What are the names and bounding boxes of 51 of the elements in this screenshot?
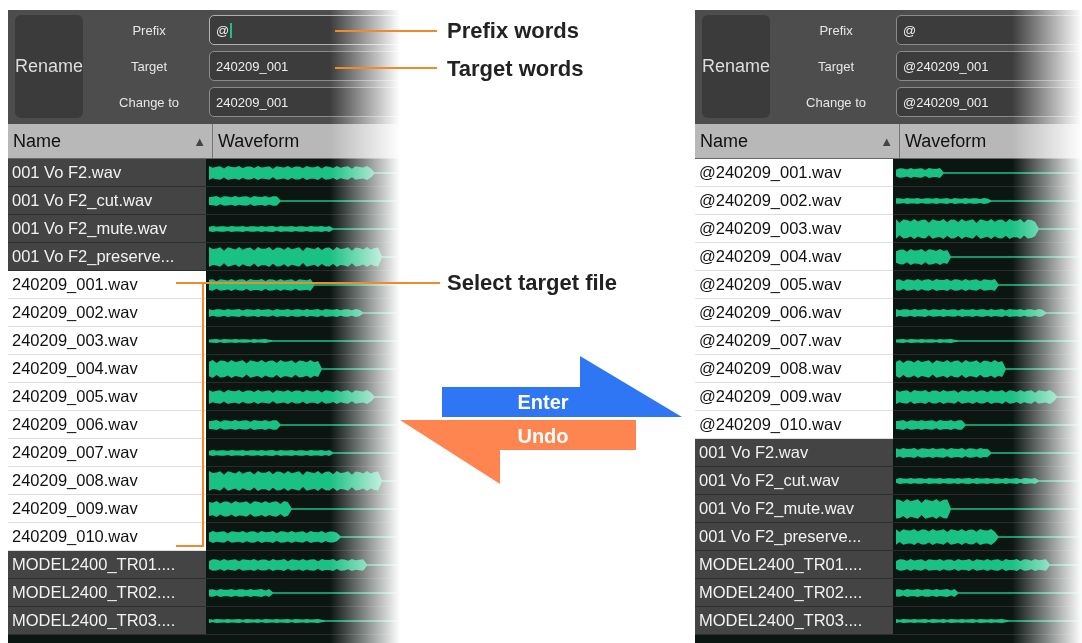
file-name-cell[interactable]: 001 Vo F2_preserve...: [8, 243, 206, 271]
file-name-cell[interactable]: 240209_002.wav: [8, 299, 206, 327]
field-label: Change to: [805, 94, 868, 110]
file-name-cell[interactable]: 001 Vo F2.wav: [8, 159, 206, 187]
file-name-cell[interactable]: 001 Vo F2_cut.wav: [8, 187, 206, 215]
column-header[interactable]: Waveform: [213, 124, 400, 158]
file-name-cell[interactable]: 240209_009.wav: [8, 495, 206, 523]
file-name-cell[interactable]: MODEL2400_TR01....: [8, 551, 206, 579]
column-header[interactable]: Name ▲: [8, 124, 213, 158]
file-name-cell[interactable]: @240209_007.wav: [695, 327, 893, 355]
file-name-cell[interactable]: MODEL2400_TR02....: [8, 579, 206, 607]
file-name-cell[interactable]: 240209_007.wav: [8, 439, 206, 467]
file-name-cell[interactable]: MODEL2400_TR03....: [695, 607, 893, 635]
arrow[interactable]: Enter: [442, 356, 682, 420]
file-name-cell[interactable]: 240209_006.wav: [8, 411, 206, 439]
callout-label: Select target file: [447, 269, 618, 297]
field-label: Change to: [118, 94, 181, 110]
file-name-cell[interactable]: @240209_003.wav: [695, 215, 893, 243]
file-name-cell[interactable]: @240209_002.wav: [695, 187, 893, 215]
callout-label: Prefix words: [447, 17, 581, 45]
file-name-cell[interactable]: 240209_003.wav: [8, 327, 206, 355]
file-name-cell[interactable]: 001 Vo F2_mute.wav: [695, 495, 893, 523]
text-field[interactable]: @: [209, 15, 400, 45]
field-label: Target: [816, 58, 856, 74]
file-name-cell[interactable]: @240209_009.wav: [695, 383, 893, 411]
file-name-cell[interactable]: 001 Vo F2.wav: [695, 439, 893, 467]
file-name-cell[interactable]: 001 Vo F2_cut.wav: [695, 467, 893, 495]
file-name-cell[interactable]: 001 Vo F2_preserve...: [695, 523, 893, 551]
file-name-cell[interactable]: @240209_004.wav: [695, 243, 893, 271]
file-name-cell[interactable]: @240209_005.wav: [695, 271, 893, 299]
file-name-cell[interactable]: 240209_008.wav: [8, 467, 206, 495]
file-name-cell[interactable]: 240209_010.wav: [8, 523, 206, 551]
file-name-cell[interactable]: 240209_005.wav: [8, 383, 206, 411]
field-label: Prefix: [818, 22, 854, 38]
file-name-cell[interactable]: MODEL2400_TR01....: [695, 551, 893, 579]
callout-label: Target words: [447, 55, 585, 83]
column-header[interactable]: Name ▲: [695, 124, 900, 158]
file-name-cell[interactable]: 240209_004.wav: [8, 355, 206, 383]
file-name-cell[interactable]: MODEL2400_TR02....: [695, 579, 893, 607]
file-name-cell[interactable]: @240209_006.wav: [695, 299, 893, 327]
file-name-cell[interactable]: @240209_010.wav: [695, 411, 893, 439]
rename-button[interactable]: Rename: [702, 15, 771, 118]
file-name-cell[interactable]: 001 Vo F2_mute.wav: [8, 215, 206, 243]
file-name-cell[interactable]: 240209_001.wav: [8, 271, 206, 299]
file-name-cell[interactable]: @240209_001.wav: [695, 159, 893, 187]
file-name-cell[interactable]: MODEL2400_TR03....: [8, 607, 206, 635]
field-label: Prefix: [131, 22, 167, 38]
rename-button[interactable]: Rename: [15, 15, 84, 118]
column-header[interactable]: Waveform: [900, 124, 1082, 158]
file-name-cell[interactable]: @240209_008.wav: [695, 355, 893, 383]
field-label: Target: [129, 58, 169, 74]
